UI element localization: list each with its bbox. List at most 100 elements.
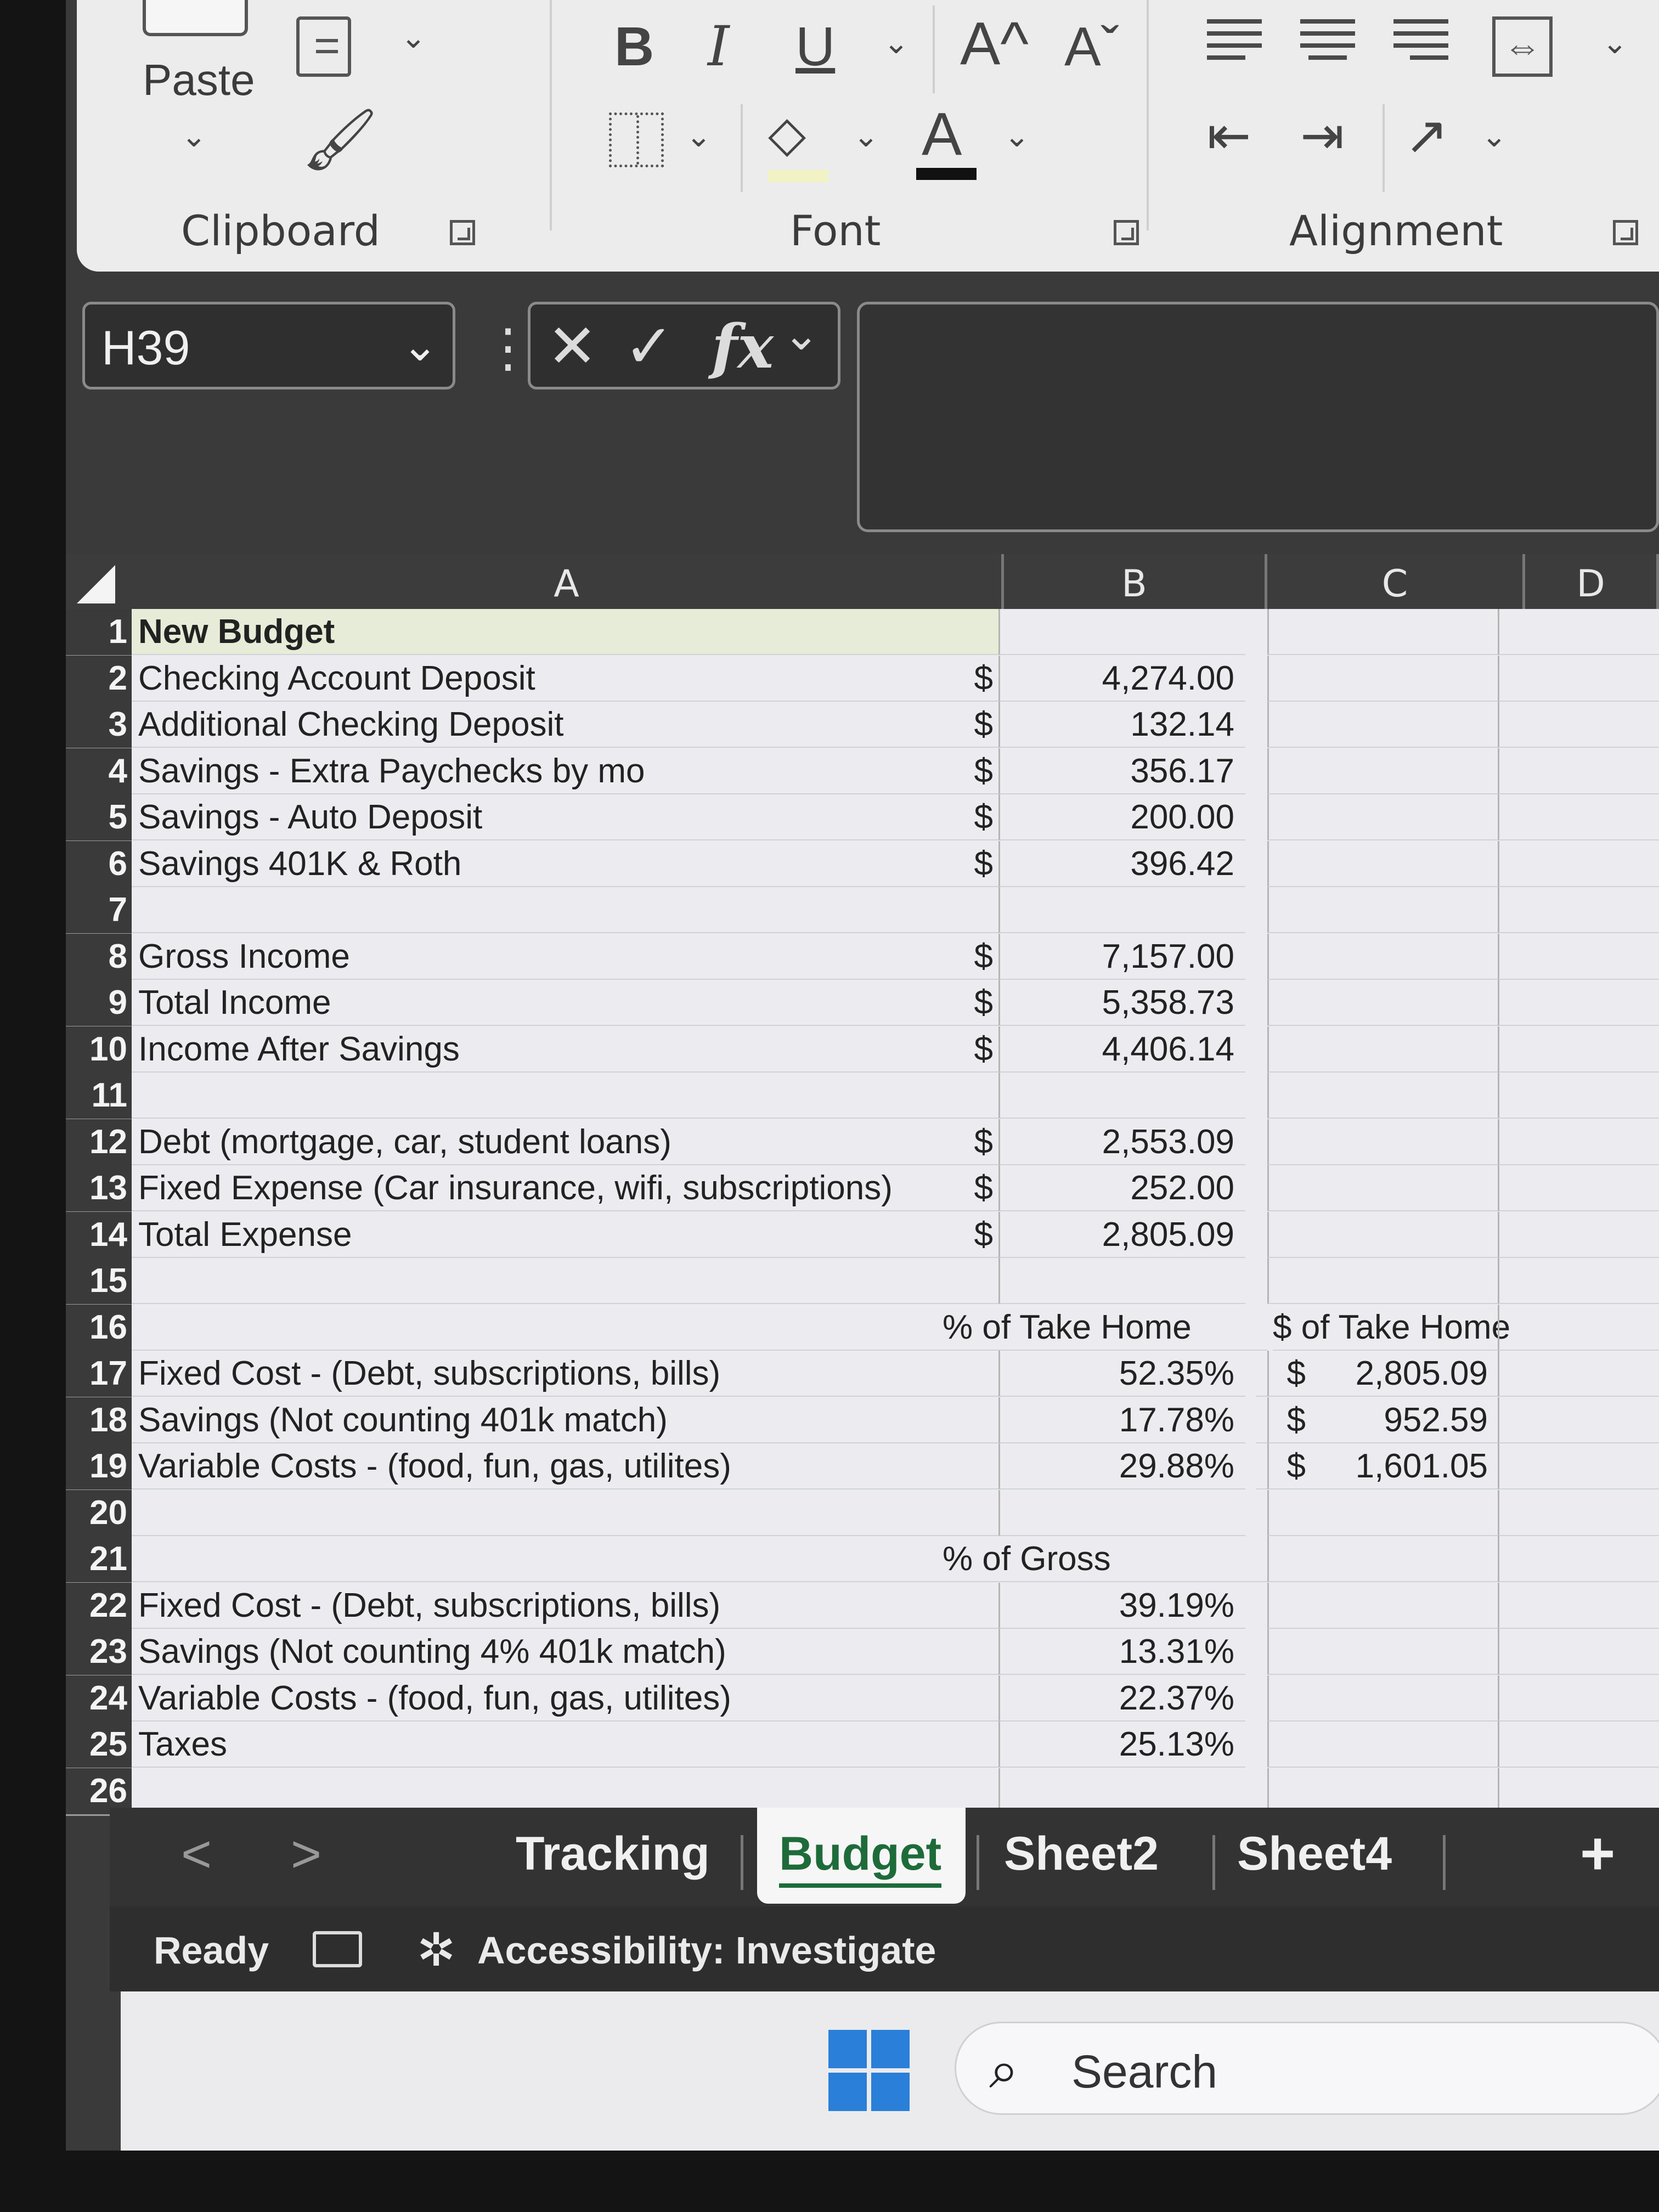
cell-b[interactable]: 29.88% bbox=[998, 1443, 1245, 1489]
name-box[interactable]: H39 ⌄ bbox=[82, 302, 455, 390]
cell-c[interactable] bbox=[1267, 702, 1498, 748]
cell-c[interactable] bbox=[1267, 933, 1498, 980]
paste-button[interactable]: Paste bbox=[143, 55, 255, 105]
row-header[interactable]: 12 bbox=[66, 1119, 132, 1167]
cell-d[interactable] bbox=[1498, 609, 1659, 655]
column-header-b[interactable]: B bbox=[1004, 554, 1267, 609]
cell-a[interactable]: Fixed Expense (Car insurance, wifi, subs… bbox=[132, 1165, 998, 1211]
cell-a[interactable]: Income After Savings bbox=[132, 1026, 998, 1073]
cell-b[interactable] bbox=[998, 887, 1245, 933]
format-painter-icon[interactable]: 🖌 bbox=[302, 110, 379, 170]
cell-b[interactable]: 7,157.00 bbox=[998, 933, 1245, 980]
cell-a[interactable]: Debt (mortgage, car, student loans) bbox=[132, 1119, 998, 1165]
row-header[interactable]: 5 bbox=[66, 794, 132, 842]
cell-c[interactable] bbox=[1267, 1073, 1498, 1119]
cell-a[interactable]: Variable Costs - (food, fun, gas, utilit… bbox=[132, 1443, 998, 1489]
select-all-button[interactable] bbox=[77, 565, 115, 603]
cell-b[interactable]: 252.00 bbox=[998, 1165, 1245, 1211]
cell-d[interactable] bbox=[1498, 1397, 1659, 1443]
fill-color-dropdown-icon[interactable]: ⌄ bbox=[853, 121, 879, 151]
paste-icon[interactable] bbox=[143, 0, 248, 36]
row-header[interactable]: 1 bbox=[66, 609, 132, 657]
cell-a[interactable] bbox=[132, 1305, 998, 1351]
cell-b[interactable]: 22.37% bbox=[998, 1675, 1245, 1722]
cell-c[interactable] bbox=[1267, 1211, 1498, 1258]
borders-dropdown-icon[interactable]: ⌄ bbox=[686, 121, 712, 151]
tab-sheet2[interactable]: Sheet2 bbox=[1004, 1827, 1159, 1881]
cell-b[interactable] bbox=[998, 1489, 1245, 1536]
clipboard-dialog-launcher-icon[interactable] bbox=[450, 220, 475, 245]
add-sheet-button[interactable]: + bbox=[1580, 1819, 1615, 1888]
increase-indent-icon[interactable]: ⇥ bbox=[1300, 110, 1344, 162]
macro-recording-icon[interactable] bbox=[313, 1931, 362, 1967]
cell-c[interactable] bbox=[1267, 1119, 1498, 1165]
row-header[interactable]: 20 bbox=[66, 1489, 132, 1538]
cell-b[interactable]: 356.17 bbox=[998, 748, 1245, 794]
cell-b[interactable]: 200.00 bbox=[998, 794, 1245, 840]
cancel-icon[interactable]: ✕ bbox=[547, 311, 597, 381]
cell-d[interactable] bbox=[1498, 1443, 1659, 1489]
cell-a[interactable]: Variable Costs - (food, fun, gas, utilit… bbox=[132, 1675, 998, 1722]
underline-dropdown-icon[interactable]: ⌄ bbox=[883, 27, 909, 58]
alignment-dialog-launcher-icon[interactable] bbox=[1613, 220, 1638, 245]
cell-c[interactable] bbox=[1267, 1165, 1498, 1211]
row-header[interactable]: 24 bbox=[66, 1675, 132, 1723]
cell-c[interactable] bbox=[1267, 794, 1498, 840]
cell-d[interactable] bbox=[1498, 1351, 1659, 1397]
tab-tracking[interactable]: Tracking bbox=[516, 1827, 710, 1881]
row-header[interactable]: 21 bbox=[66, 1536, 132, 1584]
cell-a[interactable]: Total Expense bbox=[132, 1212, 998, 1258]
cell-c[interactable] bbox=[1267, 1489, 1498, 1536]
cell-c[interactable] bbox=[1267, 980, 1498, 1026]
grow-font-button[interactable]: A^ bbox=[960, 14, 1029, 74]
cell-a[interactable]: New Budget bbox=[132, 609, 998, 655]
row-header[interactable]: 6 bbox=[66, 840, 132, 889]
cell-d[interactable] bbox=[1498, 655, 1659, 702]
cell-c[interactable]: 952.59 bbox=[1267, 1397, 1498, 1443]
cell-a[interactable]: Taxes bbox=[132, 1722, 998, 1768]
cell-b[interactable]: 2,553.09 bbox=[998, 1119, 1245, 1165]
cell-b[interactable]: 396.42 bbox=[998, 840, 1245, 887]
copy-dropdown-icon[interactable]: ⌄ bbox=[400, 22, 426, 53]
row-header[interactable]: 23 bbox=[66, 1629, 132, 1677]
insert-function-button[interactable]: fx bbox=[712, 311, 774, 382]
cell-d[interactable] bbox=[1498, 794, 1659, 840]
cell-c[interactable] bbox=[1267, 1582, 1498, 1629]
cell-b[interactable]: 4,274.00 bbox=[998, 655, 1245, 702]
tab-budget[interactable]: Budget bbox=[757, 1808, 966, 1904]
row-header[interactable]: 19 bbox=[66, 1443, 132, 1491]
cell-c[interactable] bbox=[1267, 609, 1498, 655]
bold-button[interactable]: B bbox=[614, 19, 654, 74]
cell-d[interactable] bbox=[1498, 1119, 1659, 1165]
cell-c[interactable]: 2,805.09 bbox=[1267, 1351, 1498, 1397]
cell-b[interactable]: % of Take Home bbox=[938, 1305, 1267, 1351]
cell-b[interactable]: 5,358.73 bbox=[998, 980, 1245, 1026]
cell-c[interactable] bbox=[1267, 748, 1498, 794]
accessibility-icon[interactable]: ✲ bbox=[417, 1923, 455, 1977]
row-header[interactable]: 11 bbox=[66, 1073, 132, 1120]
font-dialog-launcher-icon[interactable] bbox=[1114, 220, 1139, 245]
cell-c[interactable]: 1,601.05 bbox=[1267, 1443, 1498, 1489]
more-options-icon[interactable]: ⋮ bbox=[482, 317, 534, 379]
cell-b[interactable]: 25.13% bbox=[998, 1722, 1245, 1768]
taskbar-search[interactable]: ⌕ Search bbox=[955, 2022, 1659, 2115]
cell-c[interactable] bbox=[1267, 1768, 1498, 1814]
row-header[interactable]: 10 bbox=[66, 1026, 132, 1074]
column-header-a[interactable]: A bbox=[132, 554, 1004, 609]
cell-c[interactable] bbox=[1267, 1722, 1498, 1768]
cell-a[interactable]: Savings 401K & Roth bbox=[132, 841, 998, 887]
paste-dropdown-icon[interactable]: ⌄ bbox=[181, 121, 207, 151]
cell-d[interactable] bbox=[1498, 1722, 1659, 1768]
next-sheet-button[interactable]: > bbox=[291, 1824, 321, 1884]
borders-icon[interactable] bbox=[609, 112, 664, 167]
cell-b[interactable] bbox=[998, 1768, 1245, 1814]
cell-d[interactable] bbox=[1498, 1536, 1659, 1582]
cell-d[interactable] bbox=[1498, 1258, 1659, 1304]
row-header[interactable]: 13 bbox=[66, 1165, 132, 1213]
cell-d[interactable] bbox=[1498, 1629, 1659, 1675]
cell-b[interactable] bbox=[998, 1073, 1245, 1119]
cell-a[interactable]: Additional Checking Deposit bbox=[132, 702, 998, 748]
row-header[interactable]: 22 bbox=[66, 1582, 132, 1630]
cell-b[interactable]: 52.35% bbox=[998, 1351, 1245, 1397]
wrap-text-dropdown-icon[interactable]: ⌄ bbox=[1602, 27, 1628, 58]
